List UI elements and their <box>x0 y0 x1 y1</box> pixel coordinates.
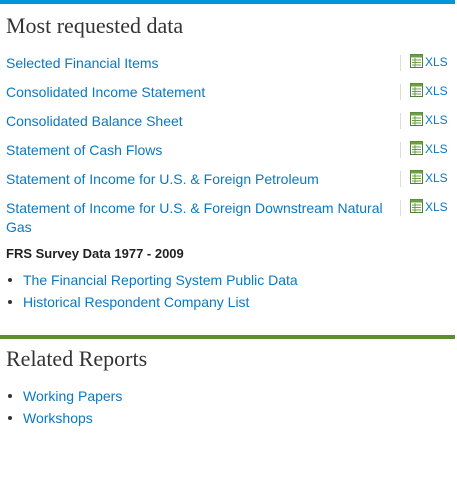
xls-download-link[interactable]: XLS <box>401 80 448 109</box>
spreadsheet-file-icon <box>410 54 423 68</box>
frs-survey-links: The Financial Reporting System Public Da… <box>0 269 457 313</box>
data-link[interactable]: Statement of Income for U.S. & Foreign D… <box>0 196 392 237</box>
related-reports-section: Related Reports Working Papers Workshops <box>0 335 457 429</box>
xls-download-link[interactable]: XLS <box>401 167 448 196</box>
spreadsheet-file-icon <box>410 199 423 213</box>
xls-label: XLS <box>425 200 448 214</box>
table-row: Statement of Income for U.S. & Foreign P… <box>0 167 457 196</box>
xls-label: XLS <box>425 113 448 127</box>
spreadsheet-file-icon <box>410 170 423 184</box>
related-reports-links: Working Papers Workshops <box>0 385 457 429</box>
bullet-icon <box>8 300 12 304</box>
workshops-link[interactable]: Workshops <box>23 410 93 426</box>
list-item: Workshops <box>6 407 457 429</box>
table-row: Statement of Income for U.S. & Foreign D… <box>0 196 457 237</box>
table-row: Consolidated Income Statement XLS <box>0 80 457 109</box>
list-item: Working Papers <box>6 385 457 407</box>
list-item: The Financial Reporting System Public Da… <box>6 269 457 291</box>
historical-company-list-link[interactable]: Historical Respondent Company List <box>23 294 249 310</box>
xls-label: XLS <box>425 55 448 69</box>
data-link[interactable]: Consolidated Balance Sheet <box>0 109 392 138</box>
working-papers-link[interactable]: Working Papers <box>23 388 122 404</box>
xls-download-link[interactable]: XLS <box>401 196 448 237</box>
bullet-icon <box>8 278 12 282</box>
spreadsheet-file-icon <box>410 141 423 155</box>
data-link[interactable]: Statement of Cash Flows <box>0 138 392 167</box>
spreadsheet-file-icon <box>410 83 423 97</box>
data-table: Selected Financial Items XLS Consolidated … <box>0 51 457 237</box>
table-row: Statement of Cash Flows XLS <box>0 138 457 167</box>
xls-download-link[interactable]: XLS <box>401 51 448 80</box>
bullet-icon <box>8 394 12 398</box>
xls-label: XLS <box>425 142 448 156</box>
xls-label: XLS <box>425 171 448 185</box>
data-link[interactable]: Consolidated Income Statement <box>0 80 392 109</box>
xls-download-link[interactable]: XLS <box>401 138 448 167</box>
data-link[interactable]: Statement of Income for U.S. & Foreign P… <box>0 167 392 196</box>
section-title: Related Reports <box>6 346 148 371</box>
section-title: Most requested data <box>6 13 184 38</box>
xls-download-link[interactable]: XLS <box>401 109 448 138</box>
frs-survey-title: FRS Survey Data 1977 - 2009 <box>6 246 184 261</box>
bullet-icon <box>8 416 12 420</box>
table-row: Consolidated Balance Sheet XLS <box>0 109 457 138</box>
frs-public-data-link[interactable]: The Financial Reporting System Public Da… <box>23 272 298 288</box>
table-row: Selected Financial Items XLS <box>0 51 457 80</box>
list-item: Historical Respondent Company List <box>6 291 457 313</box>
most-requested-section: Most requested data Selected Financial I… <box>0 0 457 313</box>
spreadsheet-file-icon <box>410 112 423 126</box>
xls-label: XLS <box>425 84 448 98</box>
data-link[interactable]: Selected Financial Items <box>0 51 392 80</box>
